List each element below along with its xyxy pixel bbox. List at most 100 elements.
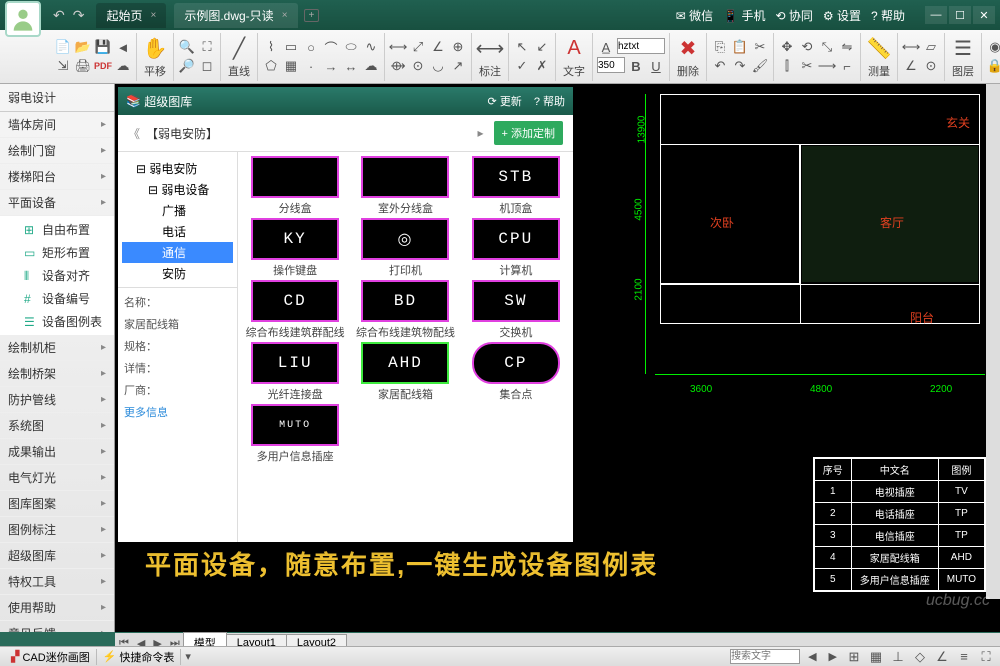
rotate-icon[interactable]: ⟲ bbox=[798, 38, 816, 56]
search-input[interactable] bbox=[730, 649, 800, 664]
tab-file[interactable]: 示例图.dwg-只读× bbox=[174, 3, 297, 28]
cloud-icon[interactable]: ☁ bbox=[362, 57, 380, 75]
sidebar-item[interactable]: 电气灯光▸ bbox=[0, 465, 114, 491]
sidebar-item[interactable]: 图例标注▸ bbox=[0, 517, 114, 543]
pan-icon[interactable]: ✋ bbox=[141, 34, 169, 62]
lwt-icon[interactable]: ≡ bbox=[955, 648, 973, 666]
shortcut-button[interactable]: ⚡ 快捷命令表 bbox=[97, 649, 182, 665]
grid-icon[interactable]: ▦ bbox=[867, 648, 885, 666]
symbol-item[interactable]: ◎打印机 bbox=[352, 218, 458, 278]
symbol-item[interactable]: BD综合布线建筑物配线 bbox=[352, 280, 458, 340]
sidebar-item[interactable]: 特权工具▸ bbox=[0, 569, 114, 595]
wechat-link[interactable]: ✉ 微信 bbox=[676, 7, 713, 24]
sidebar-item[interactable]: 绘制门窗▸ bbox=[0, 138, 114, 164]
arrow-icon[interactable]: ◄ bbox=[114, 38, 132, 56]
symbol-item[interactable]: KY操作键盘 bbox=[242, 218, 348, 278]
track-icon[interactable]: ∠ bbox=[933, 648, 951, 666]
symbol-item[interactable]: 室外分线盒 bbox=[352, 156, 458, 216]
measure-icon[interactable]: 📏 bbox=[865, 34, 893, 62]
sidebar-item[interactable]: 成果输出▸ bbox=[0, 439, 114, 465]
close-icon[interactable]: × bbox=[150, 10, 156, 21]
zoom-out-icon[interactable]: 🔎 bbox=[178, 57, 196, 75]
forward-icon[interactable]: ↷ bbox=[69, 7, 89, 24]
extend-icon[interactable]: ⟶ bbox=[818, 57, 836, 75]
search-next-button[interactable]: ▶ bbox=[825, 648, 841, 665]
print-icon[interactable]: 🖨 bbox=[74, 57, 92, 75]
polygon-icon[interactable]: ⬠ bbox=[262, 57, 280, 75]
dialog-titlebar[interactable]: 📚 超级图库 ⟳ 更新 ? 帮助 bbox=[118, 87, 573, 115]
pdf-icon[interactable]: PDF bbox=[94, 57, 112, 75]
expand-icon[interactable]: ⛶ bbox=[977, 648, 995, 666]
mirror-icon[interactable]: ⇋ bbox=[838, 38, 856, 56]
spline-icon[interactable]: ∿ bbox=[362, 38, 380, 56]
drawing-canvas[interactable]: 📚 超级图库 ⟳ 更新 ? 帮助 《 【弱电安防】 ▸ + 添加定制 ⊟ 弱电安… bbox=[115, 84, 1000, 632]
cut-icon[interactable]: ✂ bbox=[751, 38, 769, 56]
trim-icon[interactable]: ✂ bbox=[798, 57, 816, 75]
dim6-icon[interactable]: ⊙ bbox=[409, 57, 427, 75]
mark-icon[interactable]: ✓ bbox=[513, 57, 531, 75]
sidebar-sub-item[interactable]: #设备编号 bbox=[0, 287, 114, 310]
app-mini-button[interactable]: ▞ CAD迷你画图 bbox=[5, 649, 97, 665]
sidebar-item[interactable]: 图库图案▸ bbox=[0, 491, 114, 517]
export-icon[interactable]: ⇲ bbox=[54, 57, 72, 75]
fillet-icon[interactable]: ⌐ bbox=[838, 57, 856, 75]
tree-item[interactable]: 广播 bbox=[122, 200, 233, 221]
osnap-icon[interactable]: ◇ bbox=[911, 648, 929, 666]
layer-icon[interactable]: ☰ bbox=[949, 34, 977, 62]
sync-link[interactable]: ⟲ 协同 bbox=[775, 7, 812, 24]
symbol-item[interactable]: STB机顶盒 bbox=[463, 156, 569, 216]
tree-item[interactable]: ⊟ 弱电设备 bbox=[122, 179, 233, 200]
phone-link[interactable]: 📱 手机 bbox=[723, 7, 765, 24]
close-icon[interactable]: × bbox=[282, 10, 288, 21]
back-button[interactable]: 《 bbox=[128, 125, 140, 142]
snap-icon[interactable]: ⊞ bbox=[845, 648, 863, 666]
open-icon[interactable]: 📂 bbox=[74, 38, 92, 56]
mark2-icon[interactable]: ✗ bbox=[533, 57, 551, 75]
dim3-icon[interactable]: ∠ bbox=[429, 38, 447, 56]
symbol-item[interactable]: LIU光纤连接盘 bbox=[242, 342, 348, 402]
leader2-icon[interactable]: ↙ bbox=[533, 38, 551, 56]
sidebar-sub-item[interactable]: ☰设备图例表 bbox=[0, 310, 114, 333]
zoom-fit-icon[interactable]: ⛶ bbox=[198, 38, 216, 56]
tree-item[interactable]: 电话 bbox=[122, 221, 233, 242]
ellipse-icon[interactable]: ⬭ bbox=[342, 38, 360, 56]
sidebar-item[interactable]: 墙体房间▸ bbox=[0, 112, 114, 138]
tree-item[interactable]: ⊟ 弱电安防 bbox=[122, 158, 233, 179]
symbol-item[interactable]: CP集合点 bbox=[463, 342, 569, 402]
circle-icon[interactable]: ○ bbox=[302, 38, 320, 56]
search-prev-button[interactable]: ◀ bbox=[804, 648, 820, 665]
maximize-button[interactable]: ☐ bbox=[949, 6, 971, 24]
fontsize-input[interactable] bbox=[597, 57, 625, 73]
ortho-icon[interactable]: ⊥ bbox=[889, 648, 907, 666]
add-tab-button[interactable]: + bbox=[304, 9, 320, 22]
cloud-icon[interactable]: ☁ bbox=[114, 57, 132, 75]
xline-icon[interactable]: ↔ bbox=[342, 57, 360, 75]
help-button[interactable]: ? 帮助 bbox=[534, 93, 565, 109]
vertical-scrollbar[interactable] bbox=[986, 84, 1000, 599]
brush-icon[interactable]: 🖌 bbox=[751, 57, 769, 75]
dim1-icon[interactable]: ⟷ bbox=[389, 38, 407, 56]
scale-icon[interactable]: ⤡ bbox=[818, 38, 836, 56]
zoom-in-icon[interactable]: 🔍 bbox=[178, 38, 196, 56]
sidebar-item[interactable]: 平面设备▸ bbox=[0, 190, 114, 216]
zoom-win-icon[interactable]: ◻ bbox=[198, 57, 216, 75]
sidebar-sub-item[interactable]: ▭矩形布置 bbox=[0, 241, 114, 264]
font-input[interactable] bbox=[617, 38, 665, 54]
save-icon[interactable]: 💾 bbox=[94, 38, 112, 56]
back-icon[interactable]: ↶ bbox=[49, 7, 69, 24]
move-icon[interactable]: ✥ bbox=[778, 38, 796, 56]
ly3-icon[interactable]: 🔒 bbox=[986, 57, 1000, 75]
line-icon[interactable]: ╱ bbox=[225, 34, 253, 62]
dropdown-icon[interactable]: ▸ bbox=[477, 126, 483, 140]
tab-start[interactable]: 起始页× bbox=[96, 3, 166, 28]
tree-item[interactable]: 安防 bbox=[122, 263, 233, 284]
paste-icon[interactable]: 📋 bbox=[731, 38, 749, 56]
underline-button[interactable]: U bbox=[647, 57, 665, 75]
symbol-item[interactable]: SW交换机 bbox=[463, 280, 569, 340]
area-icon[interactable]: ▱ bbox=[922, 38, 940, 56]
sidebar-item[interactable]: 系统图▸ bbox=[0, 413, 114, 439]
chevron-down-icon[interactable]: ▾ bbox=[181, 648, 195, 665]
ray-icon[interactable]: → bbox=[322, 57, 340, 75]
arc-icon[interactable]: ⌒ bbox=[322, 38, 340, 56]
copy-icon[interactable]: ⎘ bbox=[711, 38, 729, 56]
